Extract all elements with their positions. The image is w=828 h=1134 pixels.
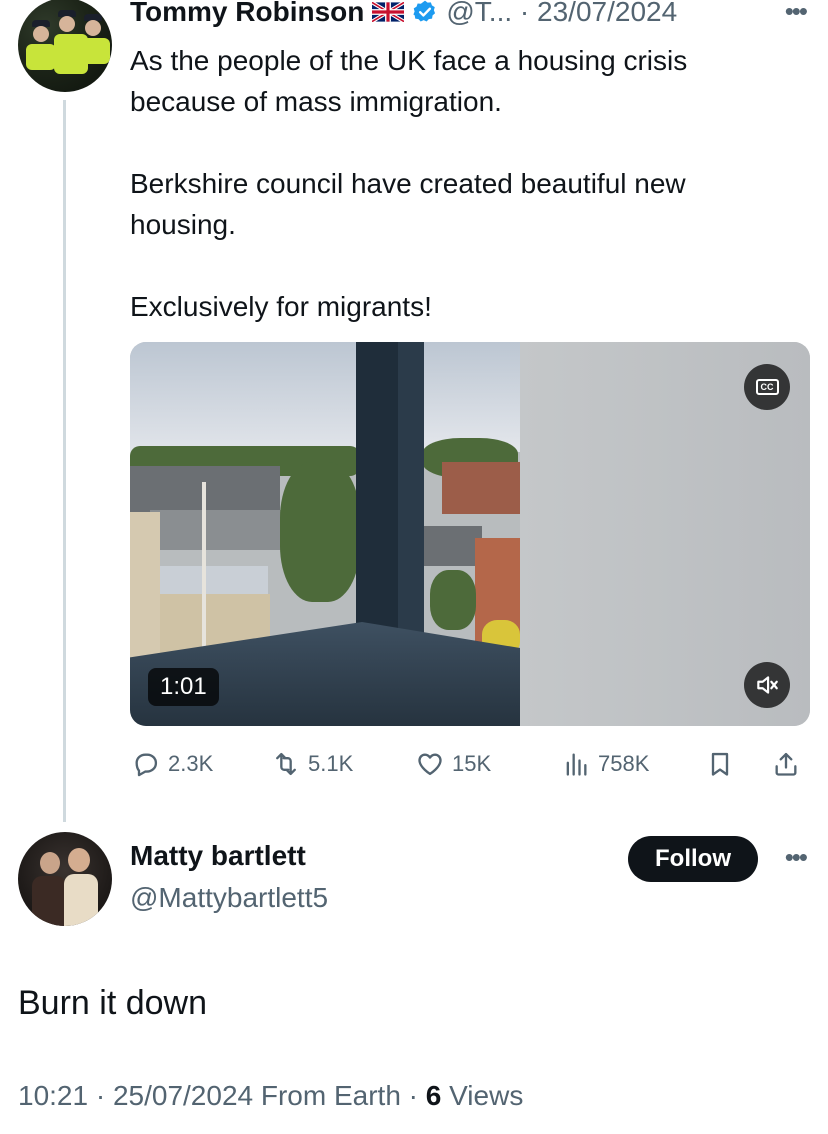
reply-action[interactable]: 2.3K xyxy=(132,746,213,782)
share-action[interactable] xyxy=(772,746,800,782)
analytics-bars-icon xyxy=(566,753,587,776)
author-name[interactable]: Tommy Robinson xyxy=(130,0,364,28)
like-action[interactable]: 15K xyxy=(416,746,491,782)
like-count: 15K xyxy=(452,751,492,776)
reply-author-avatar[interactable] xyxy=(18,832,112,926)
reply-author-name[interactable]: Matty bartlett xyxy=(130,840,306,872)
thread-connector-line xyxy=(63,100,66,822)
reply-author-handle[interactable]: @Mattybartlett5 xyxy=(130,882,328,914)
video-duration: 1:01 xyxy=(148,668,219,706)
avatar-detail xyxy=(59,16,75,32)
unmute-button[interactable] xyxy=(744,662,790,708)
follow-button[interactable]: Follow xyxy=(628,836,758,882)
tweet-paragraph: As the people of the UK face a housing c… xyxy=(130,45,688,117)
reply-metadata: 10:21 · 25/07/2024 From Earth · 6 Views xyxy=(18,1080,523,1112)
views-label: Views xyxy=(441,1080,524,1111)
views-action[interactable]: 758K xyxy=(562,746,649,782)
tweet-text: As the people of the UK face a housing c… xyxy=(130,40,790,327)
more-options-icon[interactable]: ••• xyxy=(785,842,808,873)
avatar-detail xyxy=(85,20,101,36)
video-frame-building xyxy=(130,512,160,662)
reply-text: Burn it down xyxy=(18,984,207,1022)
author-avatar[interactable] xyxy=(18,0,112,92)
bookmark-icon xyxy=(711,752,729,776)
reply-count: 2.3K xyxy=(168,751,214,776)
video-frame-trees xyxy=(430,570,476,630)
avatar-detail xyxy=(32,876,66,926)
tweet-paragraph: Berkshire council have created beautiful… xyxy=(130,168,686,240)
views-count: 6 xyxy=(425,1080,442,1111)
avatar-detail xyxy=(26,44,56,70)
video-frame-brick-house xyxy=(442,462,520,514)
captions-button[interactable]: CC xyxy=(744,364,790,410)
video-frame-roof xyxy=(422,526,482,566)
video-frame-trees xyxy=(280,462,360,602)
verified-badge-icon xyxy=(413,0,436,22)
avatar-detail xyxy=(64,874,98,926)
tweet-paragraph: Exclusively for migrants! xyxy=(130,291,432,322)
video-player[interactable]: CC 1:01 xyxy=(130,342,810,726)
repost-icon xyxy=(276,752,296,776)
repost-action[interactable]: 5.1K xyxy=(272,746,353,782)
timestamp-and-source[interactable]: 10:21 · 25/07/2024 From Earth · xyxy=(18,1080,426,1111)
reply-icon xyxy=(135,753,158,777)
repost-count: 5.1K xyxy=(308,751,354,776)
captions-label: CC xyxy=(755,379,779,395)
bookmark-action[interactable] xyxy=(706,746,734,782)
video-frame-sky xyxy=(420,342,520,452)
avatar-detail xyxy=(68,848,90,872)
share-icon xyxy=(775,752,797,776)
speaker-muted-icon xyxy=(757,676,778,694)
tweet-header: Tommy Robinson @T... · 23/07/2024 xyxy=(130,0,677,32)
avatar-detail xyxy=(40,852,60,874)
views-count: 758K xyxy=(598,751,650,776)
avatar-detail xyxy=(80,38,110,64)
video-frame-roof xyxy=(150,510,290,550)
video-frame-sky xyxy=(130,342,360,462)
author-handle-and-date[interactable]: @T... · 23/07/2024 xyxy=(446,0,677,28)
more-options-icon[interactable]: ••• xyxy=(785,0,808,27)
avatar-detail xyxy=(33,26,49,42)
video-frame-pole xyxy=(202,482,206,652)
heart-icon xyxy=(418,753,442,776)
uk-flag-icon xyxy=(372,2,405,22)
